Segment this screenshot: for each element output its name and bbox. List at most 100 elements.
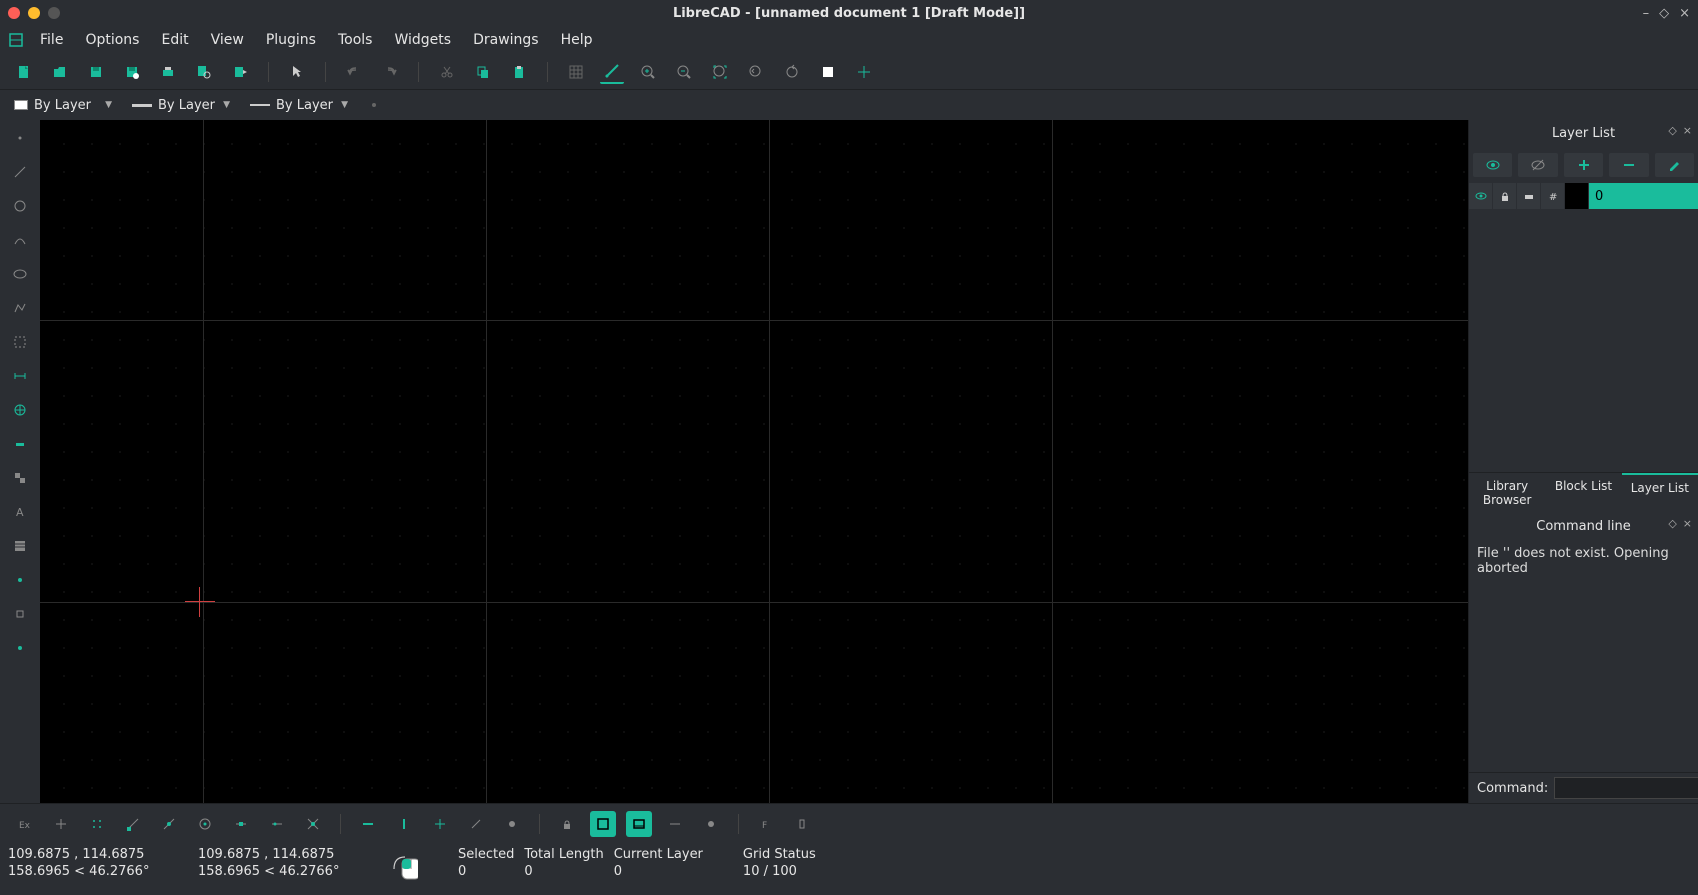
snap-entity-icon[interactable]	[156, 811, 182, 837]
zoom-pan-icon[interactable]	[852, 60, 876, 84]
panel-float-icon[interactable]: ◇	[1668, 124, 1676, 137]
grid-toggle2-icon[interactable]	[662, 811, 688, 837]
layer-lock-icon[interactable]	[1493, 183, 1517, 209]
lock-relative-icon[interactable]	[554, 811, 580, 837]
statusbar-toggle-icon[interactable]	[626, 811, 652, 837]
export-icon[interactable]	[228, 60, 252, 84]
tool-block-icon[interactable]	[6, 464, 34, 492]
layer-show-all-icon[interactable]	[1473, 153, 1512, 177]
tab-library-browser[interactable]: Library Browser	[1469, 473, 1545, 513]
print-icon[interactable]	[156, 60, 180, 84]
snap-center-icon[interactable]	[192, 811, 218, 837]
restore-icon[interactable]: ◇	[1659, 6, 1669, 21]
panel-float-icon[interactable]: ◇	[1668, 517, 1676, 530]
tool-ellipse-icon[interactable]	[6, 260, 34, 288]
paste-icon[interactable]	[507, 60, 531, 84]
layer-hide-all-icon[interactable]	[1518, 153, 1557, 177]
save-as-icon[interactable]	[120, 60, 144, 84]
layer-remove-icon[interactable]	[1609, 153, 1648, 177]
menu-tools[interactable]: Tools	[328, 28, 383, 52]
layer-row[interactable]: # 0	[1469, 183, 1698, 209]
tab-layer-list[interactable]: Layer List	[1622, 473, 1698, 513]
snap-middle-icon[interactable]	[228, 811, 254, 837]
layer-visible-icon[interactable]	[1469, 183, 1493, 209]
restrict-nothing-icon[interactable]	[463, 811, 489, 837]
cursor-icon[interactable]	[285, 60, 309, 84]
color-combo[interactable]: By Layer ▼	[8, 96, 118, 115]
zoom-window-icon[interactable]	[816, 60, 840, 84]
draft-mode-icon[interactable]	[600, 60, 624, 84]
snap-ex-icon[interactable]: Ex	[12, 811, 38, 837]
property-pin-icon[interactable]	[362, 93, 386, 117]
tool-image-icon[interactable]	[6, 566, 34, 594]
print-preview-icon[interactable]	[192, 60, 216, 84]
layer-name[interactable]: 0	[1589, 183, 1698, 209]
restrict-vertical-icon[interactable]	[391, 811, 417, 837]
tool-modify-icon[interactable]	[6, 396, 34, 424]
restrict-ortho-icon[interactable]	[427, 811, 453, 837]
menu-plugins[interactable]: Plugins	[256, 28, 326, 52]
fullscreen-icon[interactable]	[590, 811, 616, 837]
menu-file[interactable]: File	[30, 28, 73, 52]
panel-close-icon[interactable]: ×	[1683, 124, 1692, 137]
command-input[interactable]	[1554, 777, 1698, 799]
menu-widgets[interactable]: Widgets	[384, 28, 461, 52]
zoom-redraw-icon[interactable]	[780, 60, 804, 84]
tool-text-icon[interactable]: A	[6, 498, 34, 526]
snap-distance-icon[interactable]	[264, 811, 290, 837]
tool-dimension-icon[interactable]	[6, 362, 34, 390]
snap-free-icon[interactable]	[48, 811, 74, 837]
tool-polyline-icon[interactable]	[6, 294, 34, 322]
relative-zero-icon[interactable]	[499, 811, 525, 837]
tool-info-icon[interactable]	[6, 430, 34, 458]
close-icon[interactable]: ×	[1679, 6, 1690, 21]
linewidth-combo[interactable]: By Layer ▼	[126, 96, 236, 115]
tool-line-icon[interactable]	[6, 158, 34, 186]
tool-select-icon[interactable]	[6, 328, 34, 356]
tool-last-icon[interactable]	[6, 634, 34, 662]
panel-close-icon[interactable]: ×	[1683, 517, 1692, 530]
layer-edit-icon[interactable]	[1655, 153, 1694, 177]
menu-help[interactable]: Help	[551, 28, 603, 52]
save-file-icon[interactable]	[84, 60, 108, 84]
new-file-icon[interactable]	[12, 60, 36, 84]
menu-options[interactable]: Options	[75, 28, 149, 52]
undo-icon[interactable]	[342, 60, 366, 84]
titlebar: LibreCAD - [unnamed document 1 [Draft Mo…	[0, 0, 1698, 26]
draft-toggle-icon[interactable]	[698, 811, 724, 837]
snap-intersection-icon[interactable]	[300, 811, 326, 837]
zoom-previous-icon[interactable]	[744, 60, 768, 84]
snap-grid-icon[interactable]	[84, 811, 110, 837]
menu-drawings[interactable]: Drawings	[463, 28, 549, 52]
grid-toggle-icon[interactable]	[564, 60, 588, 84]
tab-block-list[interactable]: Block List	[1545, 473, 1621, 513]
minimize-icon[interactable]: –	[1643, 6, 1650, 21]
layer-construction-icon[interactable]: #	[1541, 183, 1565, 209]
snap-endpoint-icon[interactable]	[120, 811, 146, 837]
menu-view[interactable]: View	[201, 28, 254, 52]
line-anchor-icon[interactable]	[789, 811, 815, 837]
tool-snap-icon[interactable]	[6, 600, 34, 628]
close-window-icon[interactable]	[8, 7, 20, 19]
zoom-in-icon[interactable]	[636, 60, 660, 84]
cut-icon[interactable]	[435, 60, 459, 84]
tool-hatch-icon[interactable]	[6, 532, 34, 560]
copy-icon[interactable]	[471, 60, 495, 84]
layer-add-icon[interactable]	[1564, 153, 1603, 177]
text-anchor-icon[interactable]: F	[753, 811, 779, 837]
zoom-auto-icon[interactable]	[708, 60, 732, 84]
tool-point-icon[interactable]	[6, 124, 34, 152]
minimize-window-icon[interactable]	[28, 7, 40, 19]
tool-circle-icon[interactable]	[6, 192, 34, 220]
maximize-window-icon[interactable]	[48, 7, 60, 19]
menu-edit[interactable]: Edit	[151, 28, 198, 52]
tool-curve-icon[interactable]	[6, 226, 34, 254]
layer-color-swatch[interactable]	[1565, 183, 1589, 209]
linetype-combo[interactable]: By Layer ▼	[244, 96, 354, 115]
restrict-horizontal-icon[interactable]	[355, 811, 381, 837]
layer-print-icon[interactable]	[1517, 183, 1541, 209]
redo-icon[interactable]	[378, 60, 402, 84]
zoom-out-icon[interactable]	[672, 60, 696, 84]
drawing-canvas[interactable]	[40, 120, 1468, 803]
open-file-icon[interactable]	[48, 60, 72, 84]
